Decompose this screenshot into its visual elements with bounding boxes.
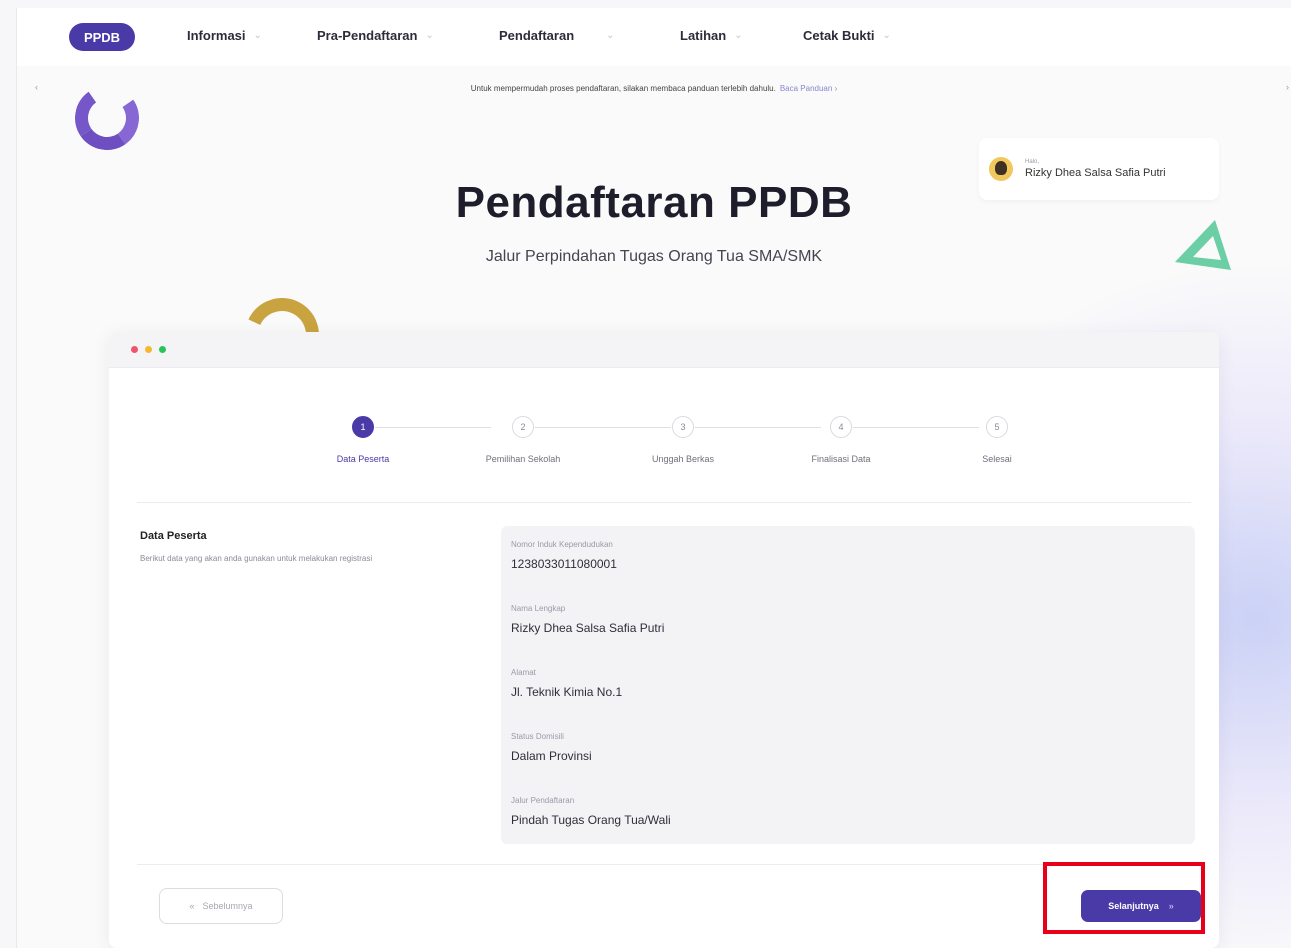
field-label: Nomor Induk Kependudukan	[511, 540, 613, 549]
nav-item-label: Pra-Pendaftaran	[317, 28, 418, 43]
chevron-down-icon: ⌄	[253, 30, 262, 41]
field-value: Pindah Tugas Orang Tua/Wali	[511, 813, 671, 827]
guide-link[interactable]: Baca Panduan ›	[780, 84, 837, 93]
page-subtitle: Jalur Perpindahan Tugas Orang Tua SMA/SM…	[485, 248, 823, 265]
registration-window: 1 Data Peserta 2 Pemilihan Sekolah 3 Ung…	[109, 332, 1219, 948]
field-nama-lengkap: Nama Lengkap Rizky Dhea Salsa Safia Putr…	[511, 604, 1195, 668]
user-profile-card[interactable]: Halo, Rizky Dhea Salsa Safia Putri	[979, 138, 1219, 200]
step-label: Pemilihan Sekolah	[485, 454, 561, 464]
field-value: Rizky Dhea Salsa Safia Putri	[511, 621, 665, 635]
step-data-peserta[interactable]: 1 Data Peserta	[293, 416, 433, 464]
field-nik: Nomor Induk Kependudukan 123803301108000…	[511, 540, 1195, 604]
window-minimize-dot	[145, 346, 152, 353]
chevron-right-icon[interactable]: ›	[1286, 82, 1289, 92]
double-chevron-left-icon: «	[189, 901, 195, 911]
step-selesai[interactable]: 5 Selesai	[927, 416, 1067, 464]
field-value: Jl. Teknik Kimia No.1	[511, 685, 623, 699]
guide-link-label: Baca Panduan	[779, 83, 833, 93]
notice-text: Untuk mempermudah proses pendaftaran, si…	[470, 83, 776, 93]
field-value: 1238033011080001	[511, 557, 617, 571]
step-label: Selesai	[982, 454, 1012, 464]
window-maximize-dot	[159, 346, 166, 353]
step-label: Unggah Berkas	[651, 454, 715, 464]
previous-button[interactable]: « Sebelumnya	[159, 888, 283, 924]
field-label: Nama Lengkap	[511, 604, 566, 613]
step-number: 3	[672, 416, 694, 438]
step-number: 4	[830, 416, 852, 438]
nav-item-label: Cetak Bukti	[803, 28, 875, 43]
field-status-domisili: Status Domisili Dalam Provinsi	[511, 732, 1195, 796]
field-label: Jalur Pendaftaran	[511, 796, 575, 805]
field-jalur-pendaftaran: Jalur Pendaftaran Pindah Tugas Orang Tua…	[511, 796, 1195, 860]
step-number: 2	[512, 416, 534, 438]
top-navbar: PPDB Informasi ⌄ Pra-Pendaftaran ⌄ Penda…	[17, 8, 1291, 66]
field-alamat: Alamat Jl. Teknik Kimia No.1	[511, 668, 1195, 732]
window-close-dot	[131, 346, 138, 353]
registration-stepper: 1 Data Peserta 2 Pemilihan Sekolah 3 Ung…	[109, 416, 1219, 476]
step-label: Finalisasi Data	[811, 454, 871, 464]
step-number: 1	[352, 416, 374, 438]
nav-latihan[interactable]: Latihan ⌄	[680, 28, 743, 43]
chevron-down-icon: ⌄	[734, 30, 743, 41]
nav-item-label: Informasi	[187, 28, 246, 43]
section-description: Berikut data yang akan anda gunakan untu…	[140, 554, 373, 563]
previous-button-label: Sebelumnya	[202, 901, 253, 911]
chevron-down-icon: ⌄	[606, 30, 615, 41]
window-header	[109, 332, 1219, 368]
user-greeting: Halo,	[1025, 159, 1040, 165]
divider	[137, 864, 1191, 865]
field-label: Alamat	[511, 668, 536, 677]
step-unggah-berkas[interactable]: 3 Unggah Berkas	[613, 416, 753, 464]
nav-pra-pendaftaran[interactable]: Pra-Pendaftaran ⌄	[317, 28, 434, 43]
step-number: 5	[986, 416, 1008, 438]
nav-cetak-bukti[interactable]: Cetak Bukti ⌄	[803, 28, 891, 43]
guide-notice: Untuk mempermudah proses pendaftaran, si…	[17, 76, 1291, 100]
avatar	[989, 157, 1013, 181]
nav-item-label: Latihan	[680, 28, 727, 43]
field-label: Status Domisili	[511, 732, 564, 741]
chevron-down-icon: ⌄	[882, 30, 891, 41]
nav-informasi[interactable]: Informasi ⌄	[187, 28, 262, 43]
nav-pendaftaran[interactable]: Pendaftaran ⌄	[499, 28, 615, 43]
field-value: Dalam Provinsi	[511, 749, 592, 763]
divider	[137, 502, 1191, 503]
user-info: Halo, Rizky Dhea Salsa Safia Putri	[1025, 159, 1166, 179]
user-name: Rizky Dhea Salsa Safia Putri	[1025, 167, 1166, 179]
ppdb-logo[interactable]: PPDB	[69, 23, 135, 51]
step-label: Data Peserta	[336, 454, 390, 464]
section-title: Data Peserta	[140, 530, 207, 542]
step-finalisasi-data[interactable]: 4 Finalisasi Data	[771, 416, 911, 464]
participant-data-panel: Nomor Induk Kependudukan 123803301108000…	[501, 526, 1195, 844]
app-frame: PPDB Informasi ⌄ Pra-Pendaftaran ⌄ Penda…	[16, 8, 1291, 948]
step-pemilihan-sekolah[interactable]: 2 Pemilihan Sekolah	[453, 416, 593, 464]
nav-item-label: Pendaftaran	[499, 28, 575, 43]
next-button-highlight-box	[1043, 862, 1205, 934]
chevron-down-icon: ⌄	[425, 30, 434, 41]
